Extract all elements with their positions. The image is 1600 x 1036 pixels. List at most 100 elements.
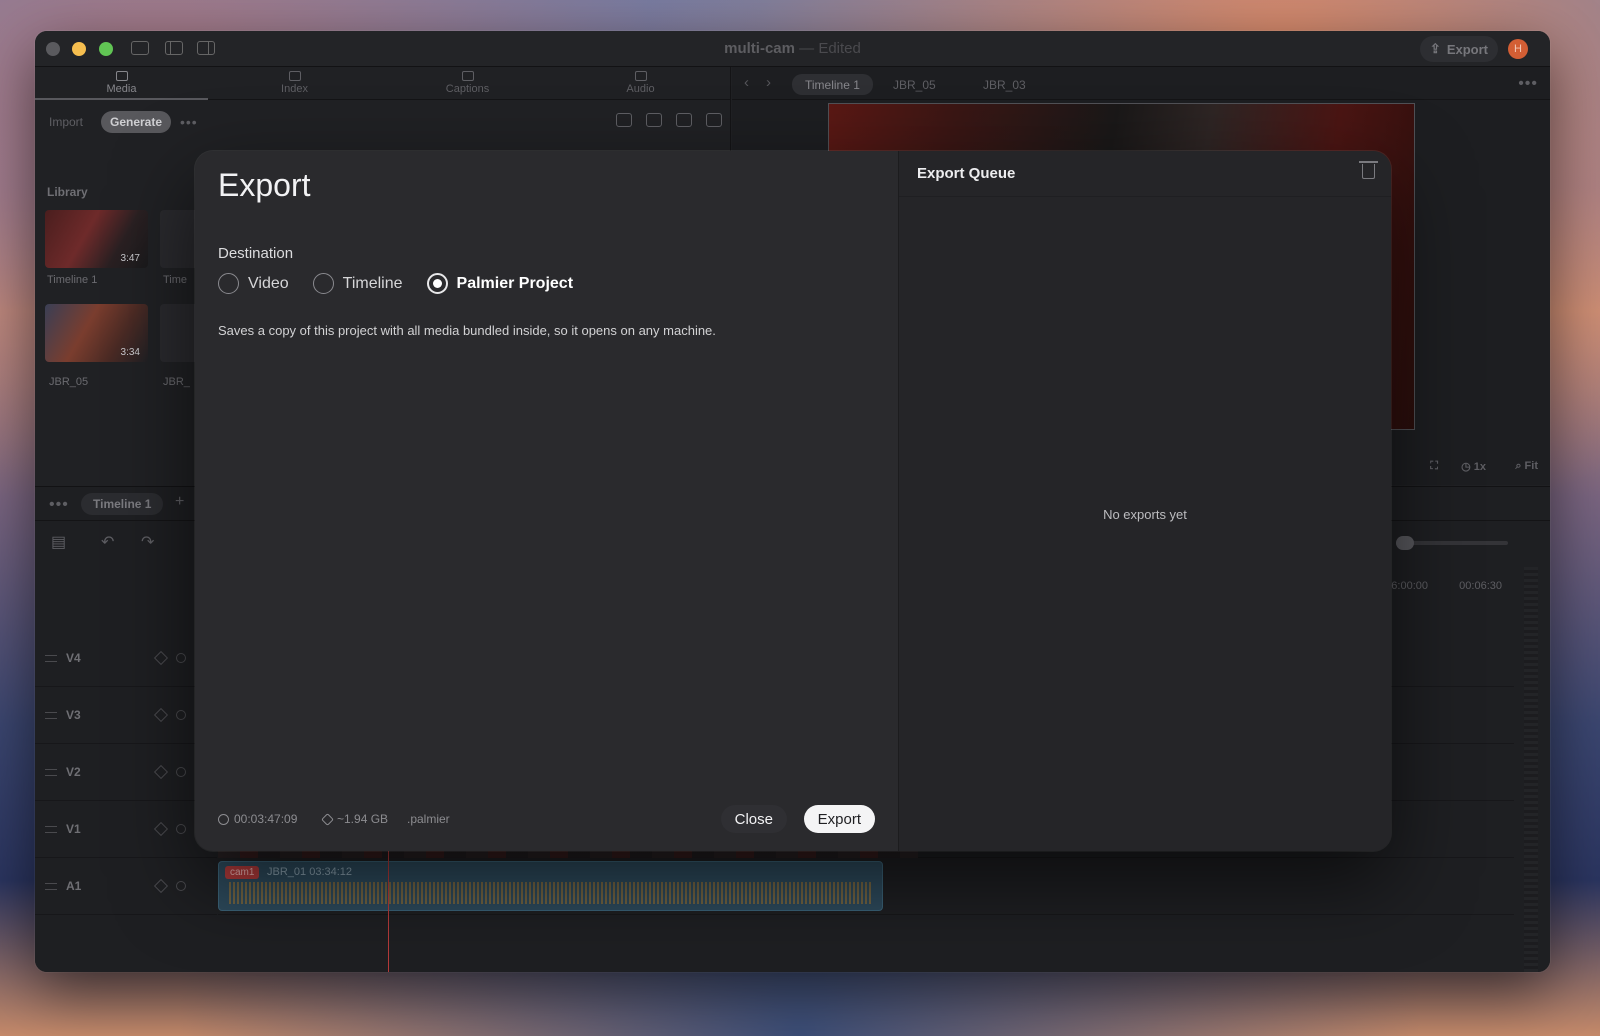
queue-title: Export Queue (917, 165, 1016, 182)
link-icon[interactable] (176, 824, 186, 834)
timeline-scrollbar[interactable] (1524, 567, 1538, 972)
fullscreen-icon[interactable]: ⛶ (1430, 460, 1438, 473)
timeline-tab[interactable]: Timeline 1 (81, 493, 164, 515)
tab-media[interactable]: Media (35, 67, 208, 100)
undo-icon[interactable]: ↶ (101, 532, 114, 552)
destination-video-radio[interactable]: Video (218, 273, 289, 294)
destination-timeline-radio[interactable]: Timeline (312, 273, 403, 294)
generate-button[interactable]: Generate (101, 111, 172, 133)
project-name: multi-cam (724, 40, 795, 57)
media-item-label: Time (163, 274, 188, 286)
dialog-footer: 00:03:47:09 ~1.94 GB .palmier Close Expo… (218, 805, 875, 833)
export-queue: Export Queue No exports yet (899, 151, 1391, 851)
queue-divider (899, 196, 1391, 197)
queue-empty-message: No exports yet (1103, 507, 1187, 522)
viewer-tab-jbr-05[interactable]: JBR_05 (880, 74, 949, 95)
sort-icon[interactable] (676, 113, 692, 127)
keyframe-icon[interactable] (153, 707, 169, 723)
thumbnail-duration: 3:34 (120, 347, 140, 358)
media-thumbnail[interactable] (160, 210, 200, 268)
track-header-v3[interactable]: V3 (35, 687, 217, 744)
radio-circle[interactable] (218, 273, 239, 294)
media-toolbar: Import Generate ••• (35, 100, 730, 144)
audio-waveform (229, 882, 872, 904)
link-icon[interactable] (176, 881, 186, 891)
drag-handle-icon[interactable] (45, 712, 57, 719)
viewer-tab-jbr-03[interactable]: JBR_03 (970, 74, 1039, 95)
import-button[interactable]: Import (40, 111, 92, 133)
radio-circle[interactable] (312, 273, 334, 294)
media-thumbnail[interactable]: 3:34 (45, 304, 148, 362)
keyframe-icon[interactable] (153, 878, 169, 894)
drag-handle-icon[interactable] (45, 883, 57, 890)
search-icon[interactable] (616, 113, 632, 127)
export-extension: .palmier (407, 812, 450, 826)
zoom-value: Fit (1524, 460, 1538, 472)
viewer-tab-timeline-1[interactable]: Timeline 1 (792, 74, 873, 95)
audio-clip[interactable]: cam1 JBR_01 03:34:12 (218, 861, 883, 911)
thumbnail-duration: 3:47 (120, 253, 140, 264)
export-dialog: Export Destination Video Timeline Palmie… (195, 151, 1391, 851)
save-icon[interactable]: ▤ (51, 532, 66, 552)
close-button[interactable]: Close (720, 805, 787, 833)
tab-index[interactable]: Index (208, 67, 381, 99)
tab-captions[interactable]: Captions (381, 67, 554, 99)
link-icon[interactable] (176, 767, 186, 777)
link-icon[interactable] (176, 710, 186, 720)
timeline-more-icon[interactable]: ••• (49, 496, 69, 514)
more-options-icon[interactable]: ••• (180, 114, 198, 130)
zoom-fit[interactable]: ⌕ Fit (1515, 460, 1538, 473)
media-thumbnail[interactable]: 3:47 (45, 210, 148, 268)
title-bar: multi-cam — Edited ⇪ Export H (35, 31, 1550, 67)
track-header-v4[interactable]: V4 (35, 630, 217, 687)
track-name: A1 (66, 879, 82, 893)
drag-handle-icon[interactable] (45, 769, 57, 776)
avatar[interactable]: H (1508, 39, 1528, 59)
package-icon (321, 812, 334, 826)
ruler-time: 00:06:30 (1459, 580, 1502, 592)
export-button[interactable]: Export (803, 805, 875, 833)
media-thumbnail[interactable] (160, 304, 200, 362)
drag-handle-icon[interactable] (45, 655, 57, 662)
viewer-tabs: ‹ › Timeline 1 JBR_05 JBR_03 ••• (732, 67, 1550, 100)
destination-description: Saves a copy of this project with all me… (218, 323, 716, 338)
tab-audio-label: Audio (626, 83, 655, 95)
keyframe-icon[interactable] (153, 764, 169, 780)
playback-speed[interactable]: ◷ 1x (1461, 460, 1486, 473)
destination-palmier-project-radio[interactable]: Palmier Project (426, 273, 573, 294)
share-icon: ⇪ (1429, 41, 1441, 56)
filter-icon[interactable] (706, 113, 722, 127)
radio-label: Video (248, 274, 289, 292)
destination-label: Destination (218, 245, 294, 262)
zoom-slider-knob[interactable] (1396, 536, 1414, 550)
back-icon[interactable]: ‹ (744, 74, 749, 91)
keyframe-icon[interactable] (153, 821, 169, 837)
media-item-label: JBR_05 (49, 376, 89, 388)
tab-index-label: Index (281, 83, 308, 95)
track-header-v1[interactable]: V1 (35, 801, 217, 858)
new-folder-icon[interactable] (646, 113, 662, 127)
top-export-button[interactable]: ⇪ Export (1419, 36, 1498, 62)
keyframe-icon[interactable] (153, 650, 169, 666)
media-item-label: JBR_ (163, 376, 190, 388)
library-label: Library (47, 185, 88, 199)
radio-circle[interactable] (426, 273, 448, 294)
media-item-label: Timeline 1 (47, 274, 98, 286)
clip-timecode: 03:34:12 (309, 866, 353, 878)
clock-icon (218, 813, 229, 825)
forward-icon[interactable]: › (766, 74, 771, 91)
edit-status: Edited (818, 40, 861, 57)
clip-name: JBR_01 03:34:12 (267, 866, 352, 878)
playhead[interactable] (388, 830, 389, 972)
viewer-more-icon[interactable]: ••• (1518, 75, 1538, 93)
track-header-a1[interactable]: A1 (35, 858, 217, 915)
add-timeline-icon[interactable]: + (175, 493, 184, 511)
drag-handle-icon[interactable] (45, 826, 57, 833)
link-icon[interactable] (176, 653, 186, 663)
export-size: ~1.94 GB (321, 812, 388, 826)
redo-icon[interactable]: ↷ (141, 532, 154, 552)
timeline-zoom-slider[interactable] (1396, 536, 1508, 550)
trash-icon[interactable] (1359, 161, 1378, 179)
track-header-v2[interactable]: V2 (35, 744, 217, 801)
tab-audio[interactable]: Audio (554, 67, 727, 99)
